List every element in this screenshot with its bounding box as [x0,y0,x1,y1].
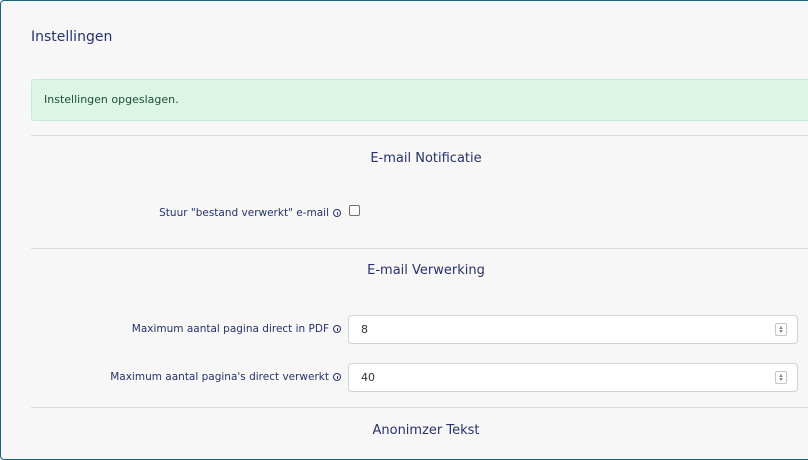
info-icon [333,325,341,333]
max-pages-processed-input[interactable]: 40 [348,363,798,392]
info-icon [333,209,341,217]
send-processed-email-label-text: Stuur "bestand verwerkt" e-mail [159,207,329,219]
max-pages-processed-label: Maximum aantal pagina's direct verwerkt [110,371,341,383]
max-pages-pdf-label-text: Maximum aantal pagina direct in PDF [131,323,329,335]
number-spinner-icon[interactable] [775,323,787,336]
max-pages-pdf-input[interactable]: 8 [348,315,798,344]
section-divider [31,407,808,408]
max-pages-processed-label-text: Maximum aantal pagina's direct verwerkt [110,371,329,383]
info-icon [333,373,341,381]
section-title-email-notification: E-mail Notificatie [370,151,482,166]
number-spinner-icon[interactable] [775,371,787,384]
max-pages-pdf-value: 8 [361,323,368,336]
section-title-email-processing: E-mail Verwerking [367,263,485,278]
success-alert: Instellingen opgeslagen. [31,79,808,121]
max-pages-processed-value: 40 [361,371,375,384]
send-processed-email-checkbox[interactable] [349,205,360,216]
section-title-anonymizer: Anonimzer Tekst [372,423,480,438]
section-divider [31,135,808,136]
page-title: Instellingen [31,29,113,45]
max-pages-pdf-label: Maximum aantal pagina direct in PDF [132,323,341,335]
settings-panel: Instellingen Instellingen opgeslagen. E-… [0,0,808,460]
success-alert-message: Instellingen opgeslagen. [44,93,179,106]
send-processed-email-label: Stuur "bestand verwerkt" e-mail [159,207,341,219]
section-divider [31,248,808,249]
